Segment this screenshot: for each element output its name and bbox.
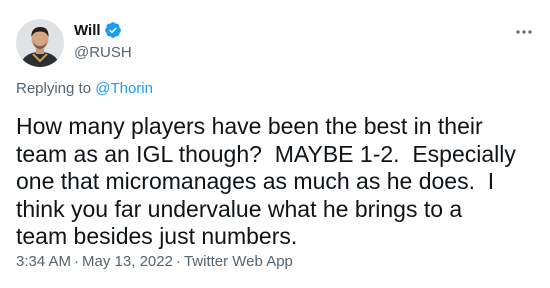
display-name[interactable]: Will <box>74 22 101 39</box>
user-handle[interactable]: @RUSH <box>74 44 132 61</box>
verified-badge-icon <box>104 21 122 39</box>
name-row: Will <box>74 20 132 40</box>
replying-to-label: Replying to <box>16 80 96 97</box>
meta-separator: · <box>74 253 80 270</box>
replying-to-line: Replying to @Thorin <box>16 80 153 97</box>
tweet-text: How many players have been the best in t… <box>16 113 523 249</box>
author-block: Will @RUSH <box>74 20 132 62</box>
mention-link[interactable]: @Thorin <box>95 80 153 97</box>
tweet-time[interactable]: 3:34 AM <box>16 253 71 270</box>
avatar-image <box>16 19 64 67</box>
meta-separator: · <box>175 253 181 270</box>
avatar[interactable] <box>16 19 64 67</box>
tweet-source[interactable]: Twitter Web App <box>184 253 293 270</box>
tweet-meta: 3:34 AM · May 13, 2022 · Twitter Web App <box>16 253 293 270</box>
tweet-date[interactable]: May 13, 2022 <box>82 253 173 270</box>
tweet-card: Will @RUSH Replying to @Thorin How many … <box>0 0 550 288</box>
more-options-icon[interactable] <box>514 22 534 42</box>
